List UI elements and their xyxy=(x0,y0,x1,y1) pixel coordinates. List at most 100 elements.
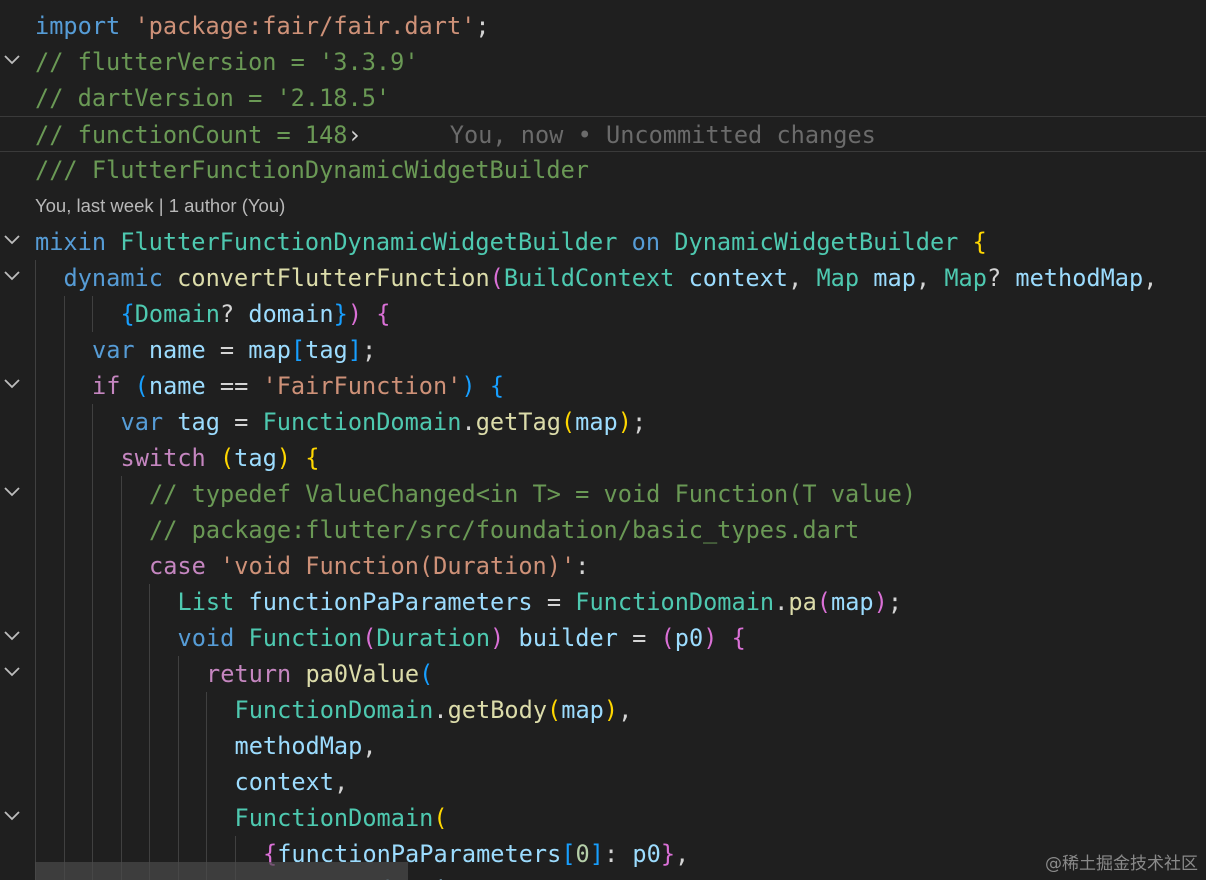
token: tag xyxy=(234,444,277,472)
code-text: /// FlutterFunctionDynamicWidgetBuilder xyxy=(35,152,589,188)
fold-chevron-icon[interactable] xyxy=(2,227,22,257)
indent-guide xyxy=(35,404,36,440)
token: . xyxy=(433,696,448,724)
code-line[interactable]: FunctionDomain.getBody(map), xyxy=(0,692,1206,728)
indent-guide xyxy=(63,404,65,440)
indent-guide xyxy=(206,800,207,836)
indent-guide xyxy=(149,764,150,800)
indent-guide xyxy=(120,548,122,584)
fold-chevron-icon[interactable] xyxy=(2,371,22,401)
inline-git-blame: You, now • Uncommitted changes xyxy=(449,121,876,149)
token: ) xyxy=(347,300,363,328)
git-codelens[interactable]: You, last week | 1 author (You) xyxy=(35,194,285,218)
token: tag xyxy=(177,408,220,436)
code-line[interactable]: var tag = FunctionDomain.getTag(map); xyxy=(0,404,1206,440)
indent-guide xyxy=(63,764,65,800)
code-line[interactable]: List functionPaParameters = FunctionDoma… xyxy=(0,584,1206,620)
code-line[interactable]: return pa0Value( xyxy=(0,656,1206,692)
token: . xyxy=(461,408,476,436)
token: ( xyxy=(419,660,434,688)
indent-guide xyxy=(92,728,93,764)
token: ( xyxy=(362,624,377,652)
fold-chevron-icon[interactable] xyxy=(2,623,22,653)
code-line[interactable]: /// FlutterFunctionDynamicWidgetBuilder xyxy=(0,152,1206,188)
code-line[interactable]: dynamic convertFlutterFunction(BuildCont… xyxy=(0,260,1206,296)
indent-guide xyxy=(35,260,36,296)
token: FlutterFunctionDynamicWidgetBuilder xyxy=(120,228,618,256)
indent-guide xyxy=(92,620,93,656)
code-line[interactable]: var name = map[tag]; xyxy=(0,332,1206,368)
code-line[interactable]: // flutterVersion = '3.3.9' xyxy=(0,44,1206,80)
code-line[interactable]: switch (tag) { xyxy=(0,440,1206,476)
code-line[interactable]: context, xyxy=(0,764,1206,800)
indent-guide xyxy=(63,656,65,692)
code-editor[interactable]: import 'package:fair/fair.dart'; // flutt… xyxy=(0,0,1206,880)
code-text: switch (tag) { xyxy=(121,440,320,476)
code-line[interactable]: void Function(Duration) builder = (p0) { xyxy=(0,620,1206,656)
token: 'package:fair/fair.dart' xyxy=(134,12,476,40)
token: map xyxy=(873,264,916,292)
indent-guide xyxy=(149,584,150,620)
token: ; xyxy=(631,408,647,436)
code-line[interactable]: mixin FlutterFunctionDynamicWidgetBuilde… xyxy=(0,224,1206,260)
token: , xyxy=(915,264,945,292)
indent-guide xyxy=(149,728,150,764)
token: } xyxy=(660,840,676,868)
token: , xyxy=(333,768,349,796)
token: // package:flutter/src/foundation/basic_… xyxy=(149,516,860,544)
fold-chevron-icon[interactable] xyxy=(2,659,22,689)
fold-chevron-icon[interactable] xyxy=(2,803,22,833)
token: if xyxy=(92,372,121,400)
code-text: // package:flutter/src/foundation/basic_… xyxy=(149,512,859,548)
token: context xyxy=(688,264,789,292)
code-line[interactable]: // functionCount = 148› You, now • Uncomm… xyxy=(0,116,1206,152)
indent-guide xyxy=(92,764,93,800)
indent-guide xyxy=(92,656,93,692)
indent-guide xyxy=(63,332,65,368)
token: , xyxy=(362,732,377,760)
token: getTag xyxy=(475,408,561,436)
code-line[interactable]: methodMap, xyxy=(0,728,1206,764)
token: ; xyxy=(887,588,903,616)
token: p0 xyxy=(632,840,661,868)
code-text: var name = map[tag]; xyxy=(92,332,376,368)
indent-guide xyxy=(92,548,93,584)
token: == xyxy=(205,372,263,400)
indent-guide xyxy=(63,620,65,656)
code-line[interactable]: import 'package:fair/fair.dart'; xyxy=(0,8,1206,44)
token: , xyxy=(675,840,690,868)
token: FunctionDomain xyxy=(575,588,775,616)
code-line[interactable]: if (name == 'FairFunction') { xyxy=(0,368,1206,404)
token: . xyxy=(774,588,789,616)
code-text: // functionCount = 148› You, now • Uncomm… xyxy=(35,117,876,153)
fold-chevron-icon[interactable] xyxy=(2,263,22,293)
indent-guide xyxy=(120,512,122,548)
code-line[interactable]: // typedef ValueChanged<in T> = void Fun… xyxy=(0,476,1206,512)
fold-chevron-icon[interactable] xyxy=(2,47,22,77)
code-line[interactable]: {Domain? domain}) { xyxy=(0,296,1206,332)
code-text: if (name == 'FairFunction') { xyxy=(92,368,504,404)
code-line[interactable]: // package:flutter/src/foundation/basic_… xyxy=(0,512,1206,548)
horizontal-scrollbar-thumb[interactable] xyxy=(35,862,408,880)
indent-guide xyxy=(35,584,36,620)
indent-guide xyxy=(63,548,65,584)
token: List xyxy=(177,588,235,616)
token: ( xyxy=(489,264,504,292)
token: } xyxy=(333,300,348,328)
indent-guide xyxy=(177,692,179,728)
code-line[interactable]: case 'void Function(Duration)': xyxy=(0,548,1206,584)
indent-guide xyxy=(35,800,36,836)
code-line[interactable]: FunctionDomain( xyxy=(0,800,1206,836)
code-line[interactable]: // dartVersion = '2.18.5' xyxy=(0,80,1206,116)
indent-guide xyxy=(35,728,36,764)
indent-guide xyxy=(92,800,93,836)
indent-guide xyxy=(63,512,65,548)
fold-chevron-icon[interactable] xyxy=(2,479,22,509)
codelens-row: You, last week | 1 author (You) xyxy=(0,188,1206,224)
